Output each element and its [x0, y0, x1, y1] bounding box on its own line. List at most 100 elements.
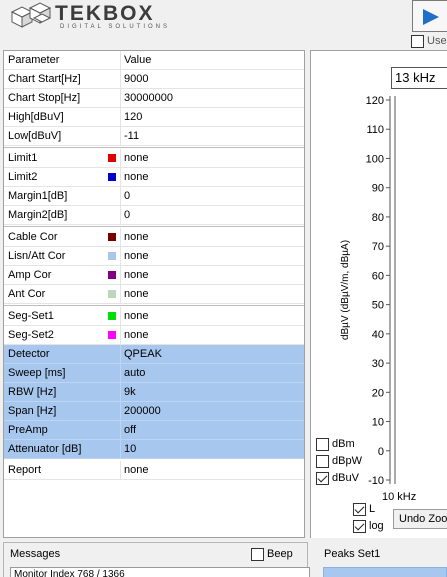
- y-tick-label: 100: [366, 153, 384, 165]
- param-value[interactable]: auto: [122, 364, 304, 382]
- param-value[interactable]: -11: [122, 127, 304, 145]
- dbm-checkbox[interactable]: [316, 438, 329, 451]
- log-checkbox[interactable]: [353, 520, 366, 533]
- param-value[interactable]: 9000: [122, 70, 304, 88]
- param-name: Limit1: [4, 149, 121, 167]
- param-value[interactable]: none: [122, 266, 304, 284]
- seg-set1-color-swatch: [108, 312, 116, 320]
- grid-row-chart-stop[interactable]: Chart Stop[Hz] 30000000: [4, 89, 304, 108]
- param-value[interactable]: off: [122, 421, 304, 439]
- grid-row-span[interactable]: Span [Hz] 200000: [4, 402, 304, 421]
- grid-row-ant-cor[interactable]: Ant Cor none: [4, 285, 304, 304]
- param-value[interactable]: 120: [122, 108, 304, 126]
- grid-row-amp-cor[interactable]: Amp Cor none: [4, 266, 304, 285]
- cursor-frequency-display: 13 kHz: [391, 67, 447, 89]
- param-value[interactable]: 0: [122, 187, 304, 205]
- y-tick-label: 120: [366, 95, 384, 107]
- bottom-panel: Messages Beep Monitor Index 768 / 1366 P…: [0, 540, 447, 577]
- log-label: log: [369, 520, 384, 532]
- grid-row-rbw[interactable]: RBW [Hz] 9k: [4, 383, 304, 402]
- messages-title: Messages: [10, 548, 61, 560]
- param-value[interactable]: none: [122, 149, 304, 167]
- grid-row-limit1[interactable]: Limit1 none: [4, 149, 304, 168]
- param-name: Detector: [4, 345, 121, 363]
- grid-row-sweep[interactable]: Sweep [ms] auto: [4, 364, 304, 383]
- grid-row-high[interactable]: High[dBuV] 120: [4, 108, 304, 127]
- run-button[interactable]: [412, 0, 447, 32]
- param-value[interactable]: none: [122, 307, 304, 325]
- param-name: Margin2[dB]: [4, 206, 121, 224]
- cable-cor-color-swatch: [108, 233, 116, 241]
- param-name: Amp Cor: [4, 266, 121, 284]
- grid-header: Parameter Value: [4, 51, 304, 70]
- ant-cor-color-swatch: [108, 290, 116, 298]
- peaks-title: Peaks Set1: [324, 548, 381, 560]
- param-name: Seg-Set2: [4, 326, 121, 344]
- param-value[interactable]: none: [122, 461, 304, 479]
- grid-row-preamp[interactable]: PreAmp off: [4, 421, 304, 440]
- param-value[interactable]: none: [122, 326, 304, 344]
- y-tick-label: 90: [372, 183, 384, 195]
- grid-row-report[interactable]: Report none: [4, 461, 304, 480]
- param-value[interactable]: none: [122, 228, 304, 246]
- use-checkbox[interactable]: [411, 35, 424, 48]
- y-tick-label: 110: [366, 124, 384, 136]
- param-value[interactable]: QPEAK: [122, 345, 304, 363]
- y-tick-label: -10: [368, 475, 384, 487]
- grid-row-detector[interactable]: Detector QPEAK: [4, 345, 304, 364]
- grid-row-margin2[interactable]: Margin2[dB] 0: [4, 206, 304, 225]
- dbm-label: dBm: [332, 438, 355, 450]
- grid-row-seg-set1[interactable]: Seg-Set1 none: [4, 307, 304, 326]
- grid-row-seg-set2[interactable]: Seg-Set2 none: [4, 326, 304, 345]
- param-name: Report: [4, 461, 121, 479]
- column-header-value: Value: [124, 54, 152, 66]
- y-tick-label: 20: [372, 387, 384, 399]
- grid-row-chart-start[interactable]: Chart Start[Hz] 9000: [4, 70, 304, 89]
- param-name: Limit2: [4, 168, 121, 186]
- param-value[interactable]: 9k: [122, 383, 304, 401]
- param-value[interactable]: 0: [122, 206, 304, 224]
- y-tick-label: 60: [372, 270, 384, 282]
- y-tick-label: 10: [372, 417, 384, 429]
- param-value[interactable]: 200000: [122, 402, 304, 420]
- dbpw-label: dBpW: [332, 455, 362, 467]
- param-value[interactable]: 10: [122, 440, 304, 458]
- grid-separator: [4, 305, 304, 306]
- param-name: Attenuator [dB]: [4, 440, 121, 458]
- amp-cor-color-swatch: [108, 271, 116, 279]
- grid-row-low[interactable]: Low[dBuV] -11: [4, 127, 304, 146]
- seg-set2-color-swatch: [108, 331, 116, 339]
- param-name: Low[dBuV]: [4, 127, 121, 145]
- beep-label: Beep: [267, 548, 293, 560]
- beep-checkbox[interactable]: [251, 548, 264, 561]
- l-checkbox[interactable]: [353, 503, 366, 516]
- param-name: Cable Cor: [4, 228, 121, 246]
- spectrum-chart-panel[interactable]: 120 110 100 90 80 70 60 50 40 30 20 10 0 -10 10 kHz dBµ…: [310, 50, 447, 538]
- param-value[interactable]: none: [122, 168, 304, 186]
- grid-row-attenuator[interactable]: Attenuator [dB] 10: [4, 440, 304, 459]
- param-value[interactable]: none: [122, 285, 304, 303]
- param-value[interactable]: 30000000: [122, 89, 304, 107]
- y-tick-label: 40: [372, 329, 384, 341]
- peaks-list[interactable]: [323, 567, 447, 577]
- use-label: Use: [427, 35, 447, 47]
- undo-zoom-button[interactable]: Undo Zoom: [393, 509, 447, 529]
- grid-row-cable-cor[interactable]: Cable Cor none: [4, 228, 304, 247]
- grid-row-lisn-att-cor[interactable]: Lisn/Att Cor none: [4, 247, 304, 266]
- param-name: Ant Cor: [4, 285, 121, 303]
- param-value[interactable]: none: [122, 247, 304, 265]
- logo-subtitle: DIGITAL SOLUTIONS: [60, 24, 171, 30]
- dbpw-checkbox[interactable]: [316, 455, 329, 468]
- limit2-color-swatch: [108, 173, 116, 181]
- grid-row-margin1[interactable]: Margin1[dB] 0: [4, 187, 304, 206]
- param-name: Chart Start[Hz]: [4, 70, 121, 88]
- messages-box[interactable]: Monitor Index 768 / 1366: [10, 567, 310, 577]
- grid-row-limit2[interactable]: Limit2 none: [4, 168, 304, 187]
- param-name: Lisn/Att Cor: [4, 247, 121, 265]
- play-icon: [423, 9, 439, 25]
- param-name: RBW [Hz]: [4, 383, 121, 401]
- dbuv-checkbox[interactable]: [316, 472, 329, 485]
- param-name: Span [Hz]: [4, 402, 121, 420]
- param-name: High[dBuV]: [4, 108, 121, 126]
- parameter-grid[interactable]: Parameter Value Chart Start[Hz] 9000 Cha…: [3, 50, 305, 538]
